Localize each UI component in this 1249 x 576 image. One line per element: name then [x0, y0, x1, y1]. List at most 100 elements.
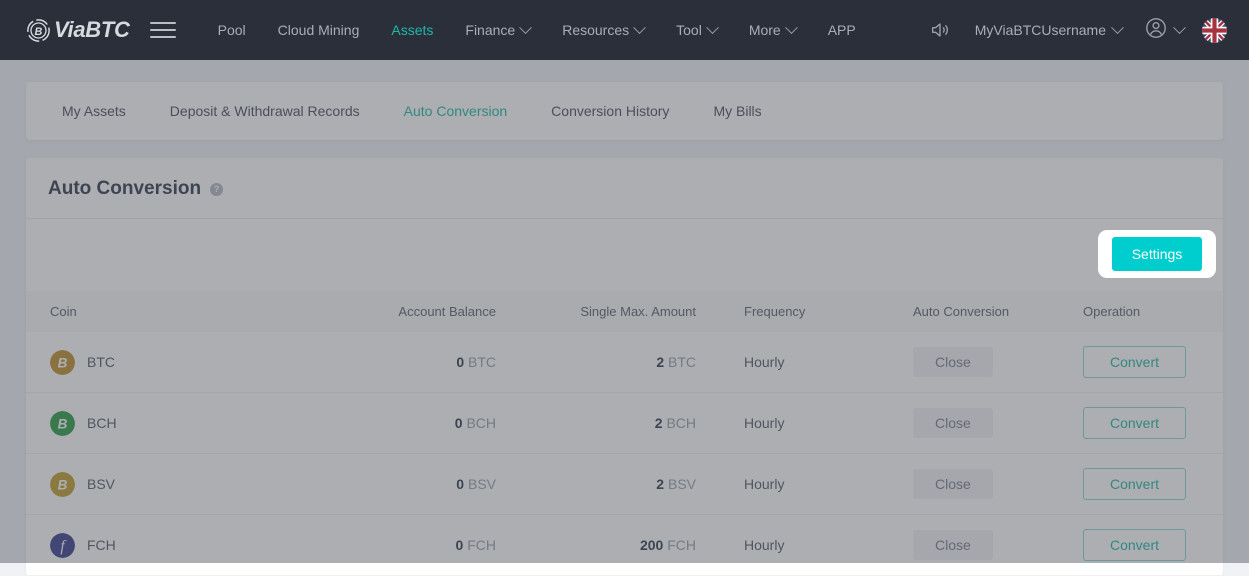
- chevron-down-icon: [1173, 20, 1186, 34]
- tab-my-bills[interactable]: My Bills: [691, 103, 783, 119]
- panel-toolbar: Settings: [26, 219, 1223, 291]
- cell-coin: B BTC: [26, 332, 281, 393]
- convert-button[interactable]: Convert: [1083, 407, 1187, 439]
- convert-button[interactable]: Convert: [1083, 468, 1187, 500]
- coin-name: BTC: [87, 354, 115, 370]
- cell-operation: Convert: [1059, 514, 1223, 576]
- btc-coin-icon: B: [50, 349, 75, 375]
- nav-item-cloud-mining[interactable]: Cloud Mining: [262, 0, 376, 60]
- cell-coin: B BCH: [26, 392, 281, 454]
- page-content: My Assets Deposit & Withdrawal Records A…: [0, 60, 1249, 576]
- balance-unit: BSV: [467, 476, 496, 492]
- table-body: B BTC 0 BTC 2 BTC Hourly Close Convert B…: [26, 332, 1223, 576]
- balance-value: 0: [454, 415, 463, 431]
- nav-label: Finance: [465, 22, 516, 38]
- column-header-frequency: Frequency: [744, 304, 806, 319]
- svg-text:B: B: [58, 416, 68, 431]
- coin-name: BCH: [87, 415, 117, 431]
- viabtc-logo[interactable]: B ViaBTC: [26, 18, 130, 43]
- nav-label: More: [748, 22, 781, 38]
- question-mark-icon[interactable]: ?: [210, 182, 224, 196]
- nav-item-pool[interactable]: Pool: [202, 0, 262, 60]
- convert-button[interactable]: Convert: [1083, 529, 1187, 561]
- table-row: f FCH 0 FCH 200 FCH Hourly Close Convert: [26, 514, 1223, 576]
- cell-operation: Convert: [1059, 392, 1223, 454]
- cell-account-balance: 0 BTC: [281, 332, 496, 393]
- column-header-coin: Coin: [50, 304, 77, 319]
- balance-value: 0: [455, 537, 464, 553]
- main-nav: Pool Cloud Mining Assets Finance Resourc…: [202, 0, 872, 60]
- max-value: 2: [656, 354, 665, 370]
- page-title: Auto Conversion: [48, 178, 202, 199]
- tab-label: Deposit & Withdrawal Records: [169, 103, 360, 119]
- nav-label: Cloud Mining: [277, 22, 360, 38]
- tab-label: Auto Conversion: [403, 103, 508, 119]
- account-menu[interactable]: [1132, 16, 1196, 45]
- bsv-coin-icon: B: [50, 471, 75, 497]
- username-label: MyViaBTCUsername: [974, 22, 1106, 38]
- table-row: B BTC 0 BTC 2 BTC Hourly Close Convert: [26, 332, 1223, 393]
- uk-flag-icon[interactable]: [1202, 17, 1227, 43]
- nav-label: APP: [827, 22, 856, 38]
- tab-my-assets[interactable]: My Assets: [40, 103, 148, 119]
- balance-unit: FCH: [467, 537, 496, 553]
- column-header-operation: Operation: [1083, 304, 1141, 319]
- auto-conversion-status-button[interactable]: Close: [913, 530, 993, 560]
- cell-frequency: Hourly: [696, 392, 881, 454]
- tab-deposit-withdrawal-records[interactable]: Deposit & Withdrawal Records: [148, 103, 382, 119]
- announcement-speaker-icon[interactable]: [915, 19, 965, 41]
- chevron-down-icon: [633, 20, 646, 34]
- auto-conversion-table: Coin Account Balance Single Max. Amount …: [26, 291, 1223, 576]
- balance-unit: BCH: [466, 415, 496, 431]
- auto-conversion-status-button[interactable]: Close: [913, 408, 993, 438]
- nav-label: Resources: [562, 22, 630, 38]
- coin-name: BSV: [87, 476, 116, 492]
- cell-account-balance: 0 FCH: [281, 514, 496, 576]
- tab-conversion-history[interactable]: Conversion History: [529, 103, 691, 119]
- balance-unit: BTC: [468, 354, 496, 370]
- nav-item-tool[interactable]: Tool: [660, 0, 733, 60]
- cell-frequency: Hourly: [696, 514, 881, 576]
- svg-text:B: B: [58, 355, 68, 370]
- max-unit: FCH: [667, 537, 696, 553]
- svg-text:B: B: [58, 477, 68, 492]
- cell-coin: f FCH: [26, 514, 281, 576]
- cell-frequency: Hourly: [696, 332, 881, 393]
- nav-item-more[interactable]: More: [733, 0, 812, 60]
- chevron-down-icon: [705, 20, 719, 34]
- balance-value: 0: [456, 476, 465, 492]
- cell-operation: Convert: [1059, 332, 1223, 393]
- cell-coin: B BSV: [26, 453, 281, 515]
- table-header-row: Coin Account Balance Single Max. Amount …: [26, 291, 1223, 332]
- svg-text:B: B: [35, 26, 43, 38]
- settings-button-highlight: Settings: [1098, 230, 1216, 278]
- auto-conversion-panel: Auto Conversion ? Settings Coin Account …: [26, 158, 1223, 576]
- fch-coin-icon: f: [50, 532, 75, 558]
- cell-auto-conversion: Close: [881, 514, 1059, 576]
- table-header: Coin Account Balance Single Max. Amount …: [26, 291, 1223, 332]
- auto-conversion-status-button[interactable]: Close: [913, 347, 993, 377]
- cell-single-max-amount: 2 BSV: [496, 453, 696, 515]
- tab-auto-conversion[interactable]: Auto Conversion: [382, 103, 530, 119]
- nav-label: Tool: [676, 22, 702, 38]
- chevron-down-icon: [784, 20, 798, 34]
- column-header-auto-conversion: Auto Conversion: [913, 304, 1010, 319]
- cell-single-max-amount: 2 BCH: [496, 392, 696, 454]
- cell-frequency: Hourly: [696, 453, 881, 515]
- nav-item-app[interactable]: APP: [812, 0, 872, 60]
- nav-item-assets[interactable]: Assets: [375, 0, 449, 60]
- nav-item-resources[interactable]: Resources: [546, 0, 660, 60]
- auto-conversion-status-button[interactable]: Close: [913, 469, 993, 499]
- balance-value: 0: [456, 354, 465, 370]
- convert-button[interactable]: Convert: [1083, 346, 1187, 378]
- username-menu[interactable]: MyViaBTCUsername: [965, 20, 1132, 38]
- panel-header: Auto Conversion ?: [26, 158, 1223, 219]
- hamburger-menu-icon[interactable]: [149, 20, 176, 40]
- table-row: B BCH 0 BCH 2 BCH Hourly Close Convert: [26, 392, 1223, 454]
- cell-account-balance: 0 BCH: [281, 392, 496, 454]
- bitcoin-logo-icon: B: [26, 18, 51, 43]
- header-right-zone: MyViaBTCUsername: [915, 16, 1227, 45]
- settings-button[interactable]: Settings: [1111, 237, 1203, 271]
- cell-single-max-amount: 200 FCH: [496, 514, 696, 576]
- nav-item-finance[interactable]: Finance: [449, 0, 546, 60]
